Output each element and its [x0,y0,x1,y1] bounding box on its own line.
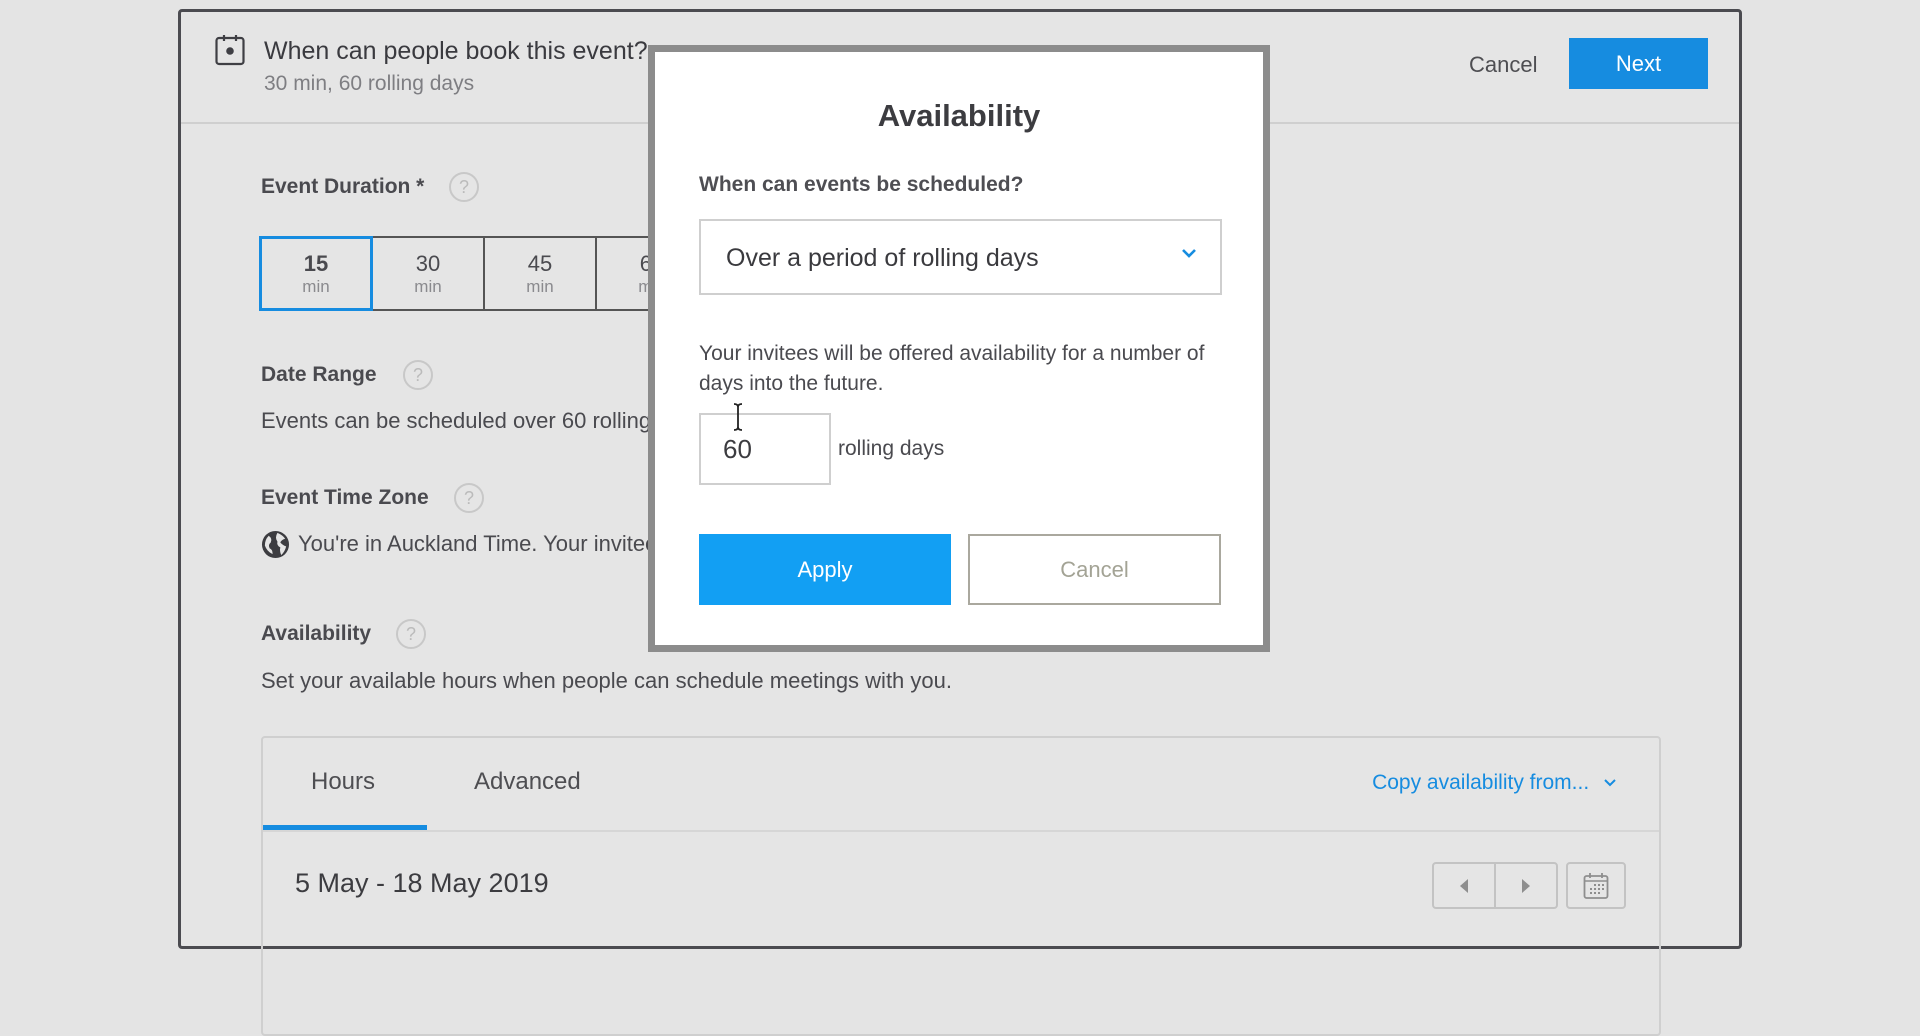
calendar-picker-button[interactable] [1566,862,1626,909]
chevron-down-icon [1604,779,1616,787]
rolling-days-input[interactable] [699,413,831,485]
event-duration-label: Event Duration * [261,175,425,198]
duration-value: 30 [415,250,441,276]
copy-availability-label: Copy availability from... [1372,771,1590,794]
copy-availability-dropdown[interactable]: Copy availability from... [1372,771,1617,795]
duration-unit: min [526,276,554,296]
schedule-type-value: Over a period of rolling days [726,244,1039,272]
header-cancel-button[interactable]: Cancel [1469,52,1537,78]
tab-advanced[interactable]: Advanced [474,768,581,796]
availability-help-icon[interactable]: ? [396,619,426,649]
chevron-down-icon [1182,249,1196,258]
duration-unit: min [414,276,442,296]
schedule-type-select[interactable]: Over a period of rolling days [699,219,1222,295]
modal-title: Availability [877,98,1041,133]
availability-card: Hours Advanced Copy availability from...… [261,736,1661,1036]
calendar-grid-icon [1583,872,1609,899]
prev-week-button[interactable] [1434,864,1494,907]
duration-options: 15 min 30 min 45 min 60 min [259,236,709,311]
next-week-button[interactable] [1494,864,1556,907]
availability-label: Availability [261,622,372,645]
date-range-heading: 5 May - 18 May 2019 [295,868,549,898]
caret-right-icon [1522,878,1530,893]
date-range-help-icon[interactable]: ? [403,360,433,390]
availability-text: Set your available hours when people can… [261,668,952,693]
globe-icon [261,530,290,559]
next-button[interactable]: Next [1569,38,1708,89]
tab-hours[interactable]: Hours [311,768,375,796]
duration-option-45[interactable]: 45 min [483,236,597,311]
duration-value: 45 [527,250,553,276]
date-range-label: Date Range [261,363,377,386]
availability-tabs: Hours Advanced Copy availability from... [263,738,1659,832]
duration-option-30[interactable]: 30 min [371,236,485,311]
availability-modal: Availability When can events be schedule… [648,45,1270,652]
caret-left-icon [1460,878,1468,893]
duration-option-15[interactable]: 15 min [259,236,373,311]
active-tab-indicator [263,825,427,830]
modal-cancel-button[interactable]: Cancel [968,534,1221,605]
calendar-icon [215,35,245,66]
modal-description: Your invitees will be offered availabili… [699,342,1205,395]
event-duration-help-icon[interactable]: ? [449,172,479,202]
apply-button[interactable]: Apply [699,534,951,605]
schedule-question-label: When can events be scheduled? [699,173,1024,196]
week-navigation [1432,862,1558,909]
text-cursor-icon [733,403,743,431]
page-title: When can people book this event? [264,37,648,65]
time-zone-label: Event Time Zone [261,486,429,509]
rolling-days-unit: rolling days [838,437,945,460]
duration-value: 15 [303,250,329,276]
page-subtitle: 30 min, 60 rolling days [264,72,475,95]
date-range-text: Events can be scheduled over 60 rolling … [261,408,704,433]
duration-unit: min [302,276,330,296]
time-zone-help-icon[interactable]: ? [454,483,484,513]
